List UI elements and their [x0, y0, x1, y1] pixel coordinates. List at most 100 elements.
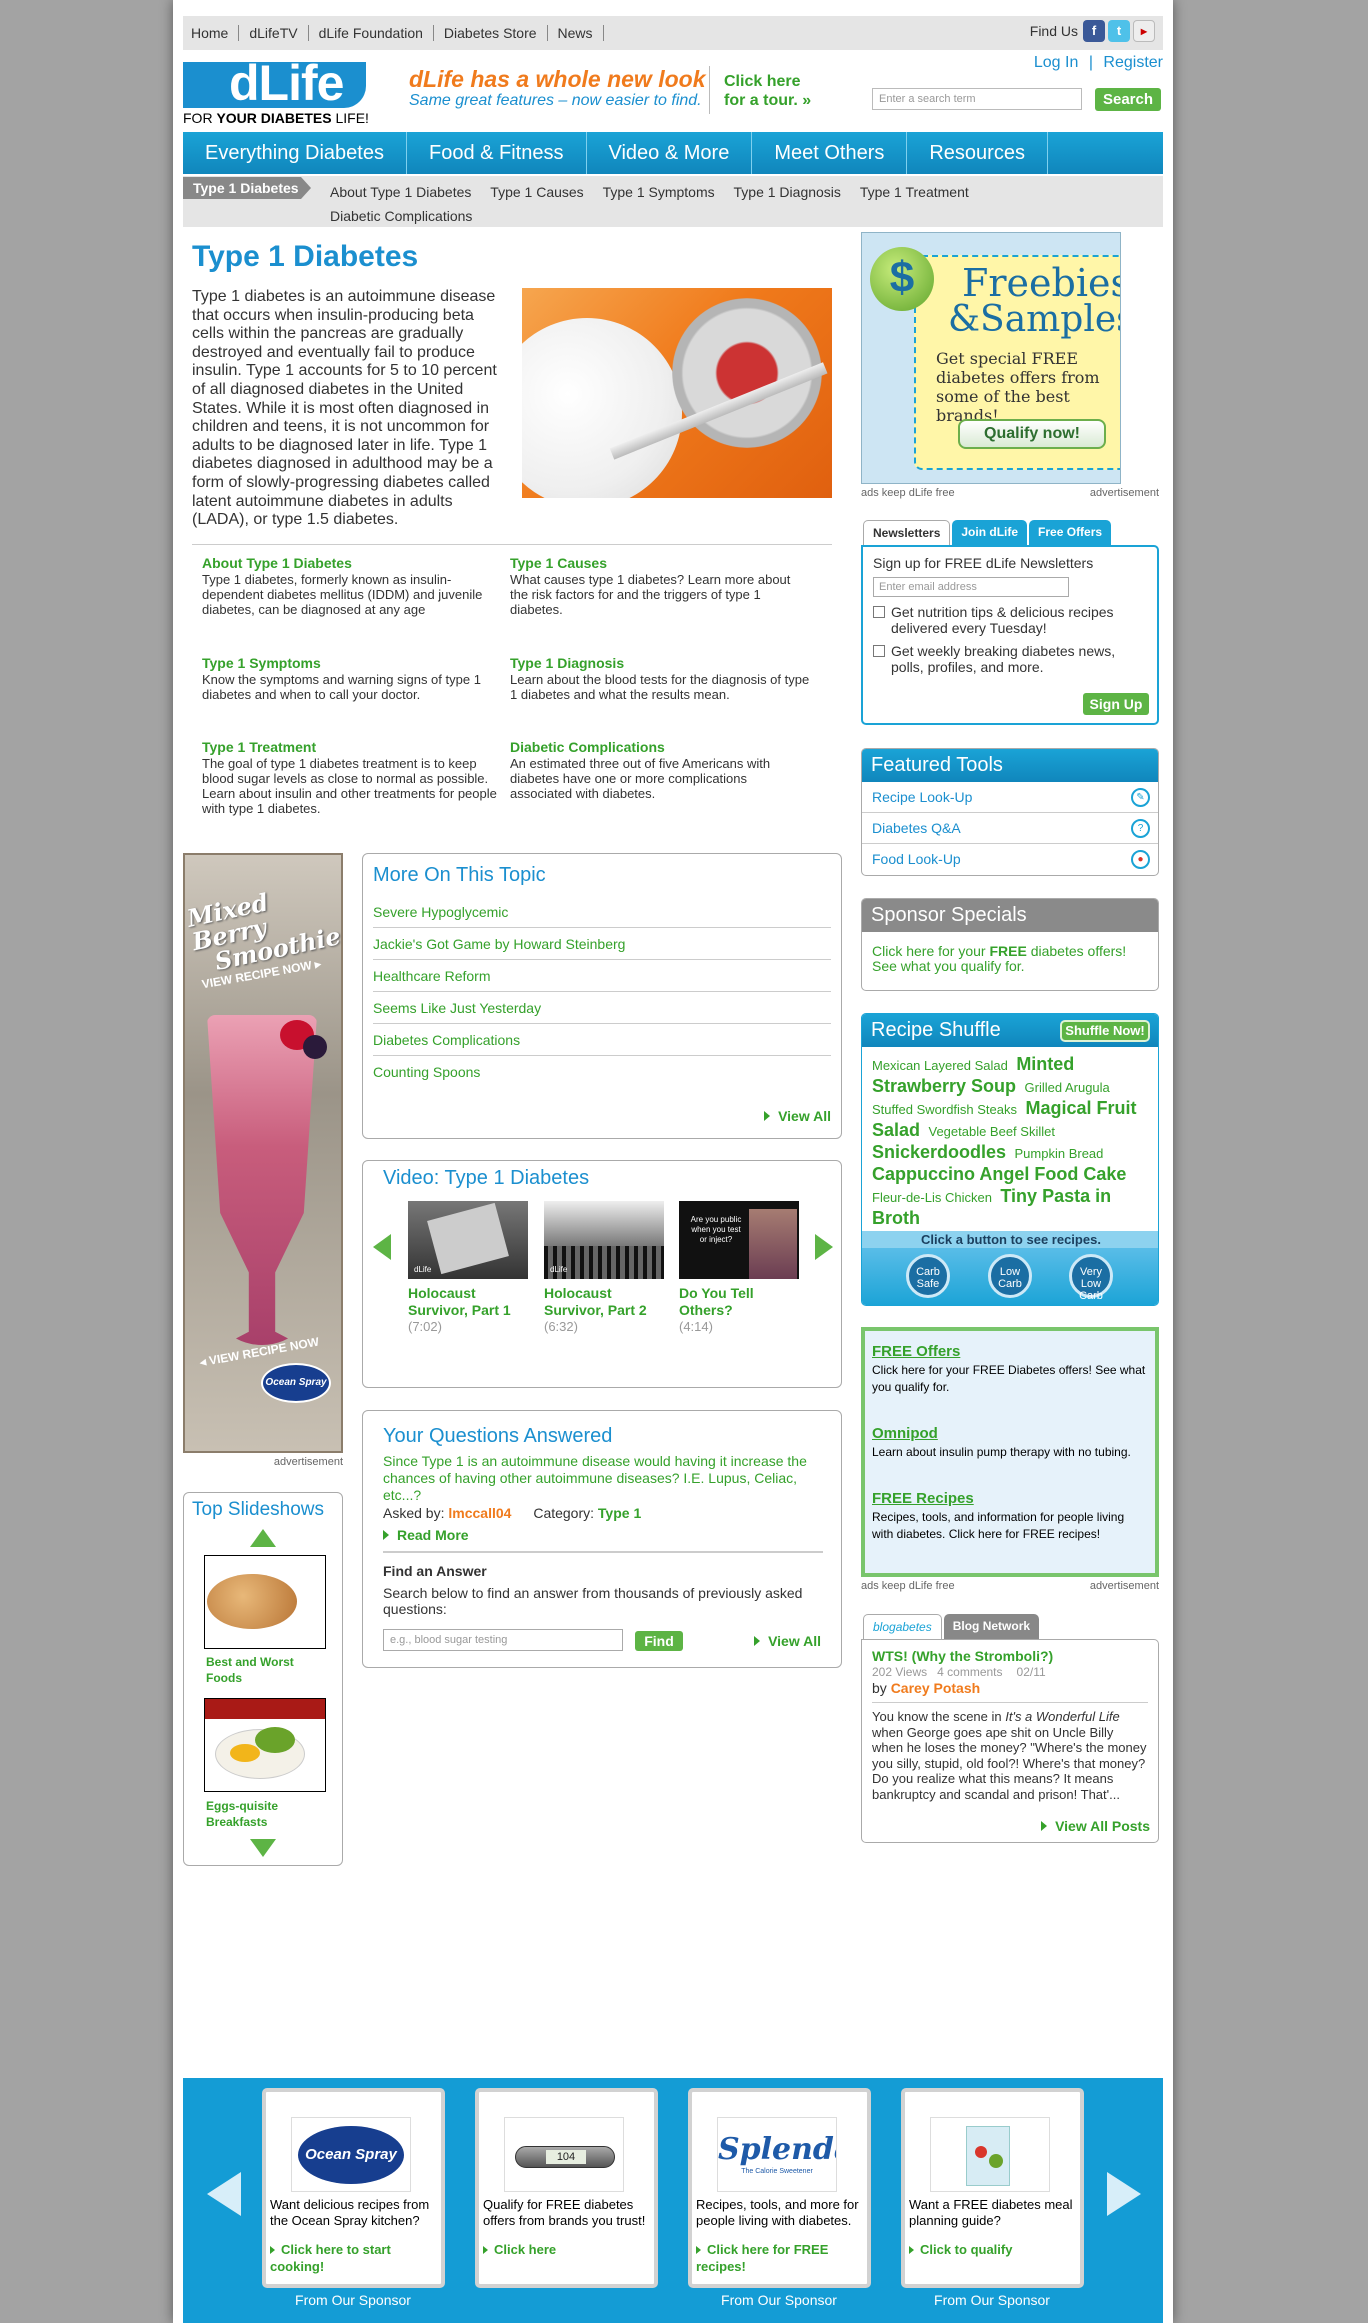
subnav-symptoms[interactable]: Type 1 Symptoms [603, 180, 715, 204]
video-title-1[interactable]: Holocaust Survivor, Part 1 [408, 1285, 528, 1319]
topic-link-5[interactable]: Diabetes Complications [373, 1024, 831, 1056]
find-button[interactable]: Find [635, 1631, 683, 1651]
register-link[interactable]: Register [1103, 54, 1163, 71]
topic-link-1[interactable]: Severe Hypoglycemic [373, 896, 831, 928]
recipe-link[interactable]: Cappuccino Angel Food Cake [872, 1164, 1126, 1184]
tile-about-link[interactable]: About Type 1 Diabetes [202, 556, 502, 571]
tile-diagnosis-link[interactable]: Type 1 Diagnosis [510, 656, 810, 671]
video-title-3[interactable]: Do You Tell Others? [679, 1285, 799, 1319]
tile-symptoms-link[interactable]: Type 1 Symptoms [202, 656, 502, 671]
recipe-link[interactable]: Vegetable Beef Skillet [928, 1124, 1054, 1139]
login-link[interactable]: Log In [1034, 54, 1078, 71]
subnav-treatment[interactable]: Type 1 Treatment [860, 180, 969, 204]
tab-newsletters[interactable]: Newsletters [863, 520, 951, 545]
nav-meet-others[interactable]: Meet Others [752, 132, 908, 174]
topic-link-6[interactable]: Counting Spoons [373, 1056, 831, 1087]
offer-free-offers[interactable]: FREE Offers Click here for your FREE Dia… [872, 1343, 1148, 1396]
promo-subtitle[interactable]: Same great features – now easier to find… [409, 92, 702, 110]
tab-blog-network[interactable]: Blog Network [943, 1614, 1040, 1639]
sponsor-card-meal-guide[interactable]: Want a FREE diabetes meal planning guide… [901, 2088, 1084, 2288]
logo-text[interactable]: dLife [229, 54, 344, 112]
video-thumb-1[interactable]: dLife [408, 1201, 528, 1279]
recipe-link[interactable]: Pumpkin Bread [1015, 1146, 1104, 1161]
footer-next-arrow[interactable] [1107, 2172, 1141, 2216]
tool-diabetes-qa[interactable]: Diabetes Q&A? [862, 813, 1158, 844]
question-text[interactable]: Since Type 1 is an autoimmune disease wo… [383, 1453, 823, 1504]
tab-blogabetes[interactable]: blogabetes [863, 1614, 942, 1639]
search-input[interactable]: Enter a search term [872, 88, 1082, 110]
topnav-dlifetv[interactable]: dLifeTV [239, 25, 309, 41]
subnav-complications[interactable]: Diabetic Complications [330, 204, 472, 228]
slideshow-up-arrow[interactable] [250, 1529, 276, 1547]
video-item-1[interactable]: dLife Holocaust Survivor, Part 1 (7:02) [408, 1201, 528, 1334]
footer-prev-arrow[interactable] [207, 2172, 241, 2216]
topnav-store[interactable]: Diabetes Store [434, 25, 548, 41]
very-low-carb-button[interactable]: Very Low Carb [1069, 1254, 1113, 1302]
sponsor-specials-link[interactable]: Click here for your FREE diabetes offers… [862, 932, 1158, 986]
topnav-home[interactable]: Home [191, 25, 240, 41]
smoothie-ad[interactable]: Mixed Berry Smoothie VIEW RECIPE NOW ▸ ◂… [183, 853, 343, 1453]
video-item-3[interactable]: Are you public when you test or inject? … [679, 1201, 799, 1334]
slideshow-label-breakfasts[interactable]: Eggs-quisite Breakfasts [206, 1798, 316, 1830]
tile-complications-link[interactable]: Diabetic Complications [510, 740, 810, 755]
sponsor-link-1[interactable]: Click here to start cooking! [270, 2241, 438, 2275]
qualify-now-button[interactable]: Qualify now! [958, 419, 1106, 449]
nav-resources[interactable]: Resources [907, 132, 1048, 174]
topic-link-3[interactable]: Healthcare Reform [373, 960, 831, 992]
promo-title[interactable]: dLife has a whole new look [409, 66, 706, 93]
video-prev-arrow[interactable] [373, 1234, 391, 1260]
subnav-current[interactable]: Type 1 Diabetes [183, 177, 311, 199]
tab-join-dlife[interactable]: Join dLife [952, 520, 1028, 545]
facebook-icon[interactable]: f [1083, 20, 1105, 42]
tile-causes-link[interactable]: Type 1 Causes [510, 556, 810, 571]
subnav-causes[interactable]: Type 1 Causes [490, 180, 583, 204]
find-answer-input[interactable]: e.g., blood sugar testing [383, 1629, 623, 1651]
topnav-news[interactable]: News [548, 25, 604, 41]
question-category[interactable]: Type 1 [598, 1505, 641, 1521]
recipe-link[interactable]: Snickerdoodles [872, 1142, 1006, 1162]
blog-author[interactable]: Carey Potash [891, 1680, 980, 1696]
newsletter-option-1[interactable]: Get nutrition tips & delicious recipes d… [873, 604, 1147, 636]
slideshow-label-foods[interactable]: Best and Worst Foods [206, 1654, 316, 1686]
newsletter-email-input[interactable]: Enter email address [873, 577, 1069, 597]
youtube-icon[interactable]: ▶ [1133, 20, 1155, 42]
video-thumb-3[interactable]: Are you public when you test or inject? [679, 1201, 799, 1279]
sponsor-link-4[interactable]: Click to qualify [909, 2241, 1077, 2258]
checkbox[interactable] [873, 645, 885, 657]
topic-view-all[interactable]: View All [764, 1108, 831, 1124]
search-button[interactable]: Search [1095, 88, 1161, 111]
slideshow-thumb-foods[interactable] [204, 1555, 326, 1649]
nav-video-more[interactable]: Video & More [587, 132, 753, 174]
twitter-icon[interactable]: t [1108, 20, 1130, 42]
tour-link[interactable]: Click here for a tour. » [724, 72, 811, 110]
video-thumb-2[interactable]: dLife [544, 1201, 664, 1279]
recipe-link[interactable]: Fleur-de-Lis Chicken [872, 1190, 992, 1205]
freebies-ad[interactable]: $ Freebies &Samples Get special FREE dia… [861, 232, 1121, 484]
nav-food-fitness[interactable]: Food & Fitness [407, 132, 587, 174]
sponsor-card-meter[interactable]: 104 Qualify for FREE diabetes offers fro… [475, 2088, 658, 2288]
video-next-arrow[interactable] [815, 1234, 833, 1260]
newsletter-option-2[interactable]: Get weekly breaking diabetes news, polls… [873, 643, 1147, 675]
video-item-2[interactable]: dLife Holocaust Survivor, Part 2 (6:32) [544, 1201, 664, 1334]
low-carb-button[interactable]: Low Carb [988, 1254, 1032, 1298]
blog-view-all[interactable]: View All Posts [1041, 1818, 1150, 1834]
topnav-foundation[interactable]: dLife Foundation [309, 25, 434, 41]
nav-everything-diabetes[interactable]: Everything Diabetes [183, 132, 407, 174]
checkbox[interactable] [873, 606, 885, 618]
slideshow-thumb-breakfasts[interactable] [204, 1698, 326, 1792]
recipe-link[interactable]: Mexican Layered Salad [872, 1058, 1008, 1073]
sponsor-link-2[interactable]: Click here [483, 2241, 651, 2258]
blog-post-title[interactable]: WTS! (Why the Stromboli?) [872, 1648, 1148, 1664]
read-more-link[interactable]: Read More [383, 1527, 469, 1543]
shuffle-now-button[interactable]: Shuffle Now! [1060, 1020, 1150, 1042]
subnav-diagnosis[interactable]: Type 1 Diagnosis [734, 180, 841, 204]
tile-treatment-link[interactable]: Type 1 Treatment [202, 740, 502, 755]
sponsor-link-3[interactable]: Click here for FREE recipes! [696, 2241, 864, 2275]
subnav-about[interactable]: About Type 1 Diabetes [330, 180, 471, 204]
tool-food-lookup[interactable]: Food Look-Up ● [862, 844, 1158, 875]
slideshow-down-arrow[interactable] [250, 1839, 276, 1857]
topic-link-2[interactable]: Jackie's Got Game by Howard Steinberg [373, 928, 831, 960]
sponsor-card-splenda[interactable]: SplendaThe Calorie Sweetener Recipes, to… [688, 2088, 871, 2288]
offer-free-recipes[interactable]: FREE Recipes Recipes, tools, and informa… [872, 1490, 1148, 1543]
question-author[interactable]: lmccall04 [448, 1505, 511, 1521]
